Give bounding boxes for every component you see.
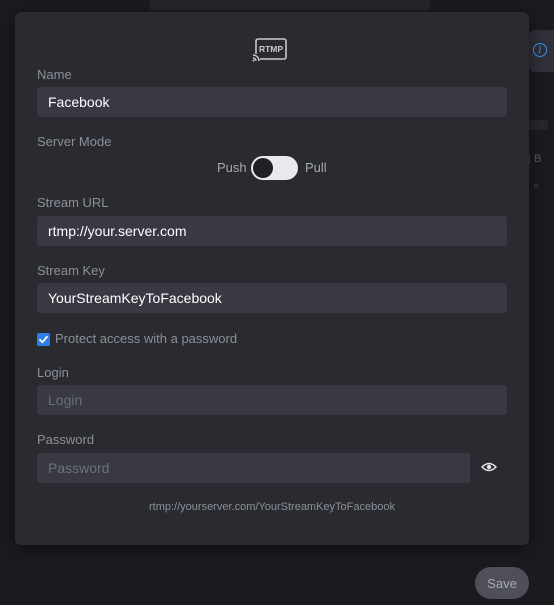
stream-key-label: Stream Key: [37, 263, 105, 278]
stream-url-label: Stream URL: [37, 195, 109, 210]
checkmark-icon: [39, 335, 48, 344]
server-mode-switch-row: Push Pull: [15, 156, 529, 182]
name-label: Name: [37, 67, 72, 82]
save-button[interactable]: Save: [475, 567, 529, 599]
protect-password-checkbox[interactable]: [37, 333, 50, 346]
pull-label: Pull: [305, 160, 327, 175]
svg-text:RTMP: RTMP: [259, 44, 283, 54]
server-mode-toggle[interactable]: [251, 156, 298, 180]
login-label: Login: [37, 365, 69, 380]
full-stream-url: rtmp://yourserver.com/YourStreamKeyToFac…: [149, 501, 395, 513]
stream-url-input[interactable]: [37, 216, 507, 246]
push-label: Push: [217, 160, 247, 175]
login-input[interactable]: [37, 385, 507, 415]
protect-password-label: Protect access with a password: [55, 331, 238, 346]
name-input[interactable]: [37, 87, 507, 117]
password-label: Password: [37, 432, 95, 447]
toggle-knob: [253, 158, 273, 178]
password-input[interactable]: [37, 453, 470, 483]
eye-icon[interactable]: [481, 461, 497, 473]
background-link-icon: ⌕: [533, 180, 540, 192]
rtmp-settings-dialog: RTMP Name Server Mode Push Pull Stream U…: [15, 12, 529, 545]
info-icon[interactable]: i: [533, 43, 547, 57]
stream-key-input[interactable]: [37, 283, 507, 313]
background-toolbar: [150, 0, 430, 10]
rtmp-logo: RTMP: [252, 38, 287, 62]
server-mode-label: Server Mode: [37, 134, 112, 149]
